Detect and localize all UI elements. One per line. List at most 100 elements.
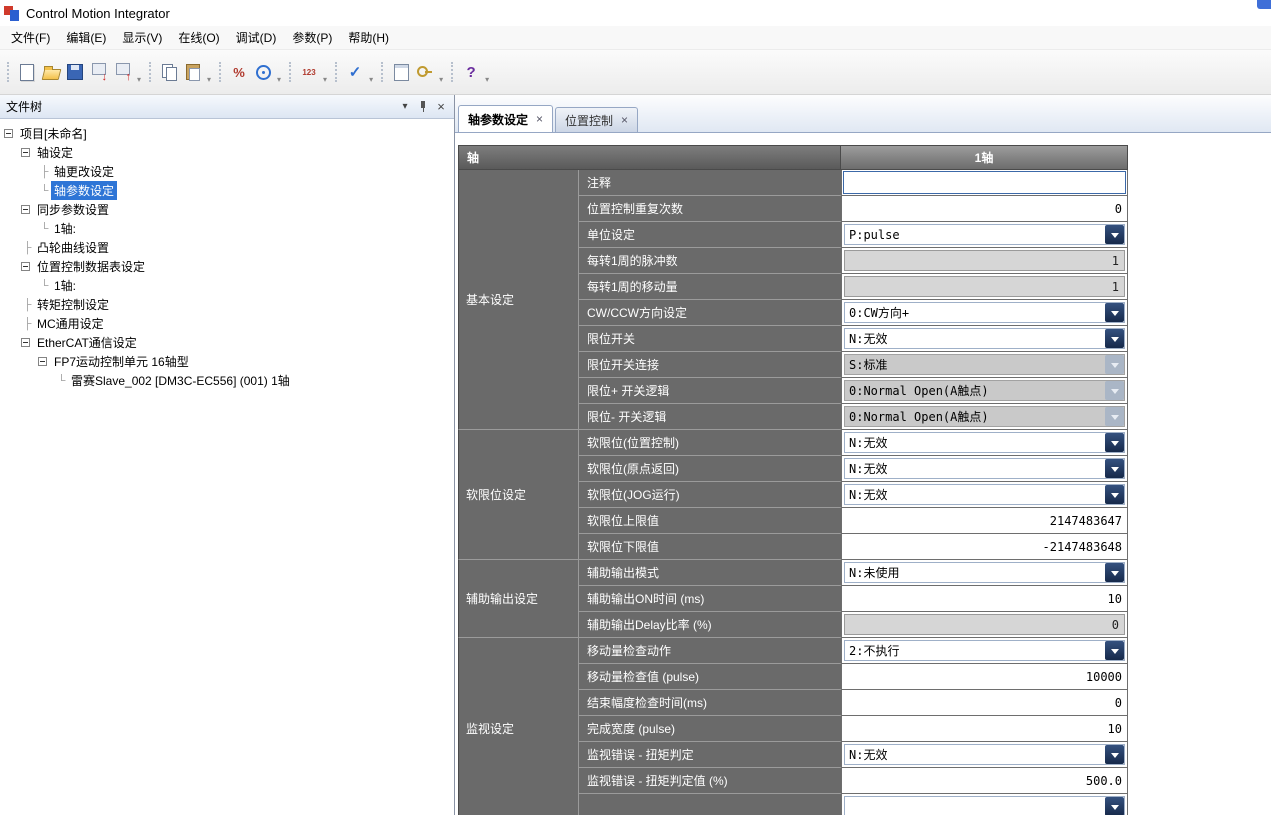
document-panel: 轴参数设定×位置控制× 轴 1轴 基本设定注释位置控制重复次数单位设定P:pul… <box>455 95 1271 815</box>
tree-item[interactable]: 项目[未命名] <box>0 124 454 143</box>
positioning-icon[interactable] <box>252 61 274 83</box>
toolbar-overflow-icon[interactable]: ▾ <box>439 75 443 84</box>
dropdown[interactable] <box>844 796 1125 815</box>
toolbar-grip[interactable] <box>7 62 11 82</box>
menu-item-0[interactable]: 文件(F) <box>3 26 58 49</box>
dropdown[interactable]: N:无效 <box>844 458 1125 479</box>
menu-item-1[interactable]: 编辑(E) <box>58 26 114 49</box>
dropdown-arrow-icon[interactable] <box>1105 433 1124 452</box>
tree-item[interactable]: FP7运动控制单元 16轴型 <box>0 352 454 371</box>
tree-item[interactable]: └雷赛Slave_002 [DM3C-EC556] (001) 1轴 <box>0 371 454 390</box>
numeric-edit-icon[interactable] <box>298 61 320 83</box>
pin-icon[interactable] <box>415 99 431 114</box>
tree-item[interactable]: └轴参数设定 <box>0 181 454 200</box>
tab-1[interactable]: 位置控制× <box>555 107 638 132</box>
number-input[interactable] <box>842 716 1127 741</box>
monitor-icon[interactable] <box>228 61 250 83</box>
tree-expander-icon[interactable] <box>4 129 13 138</box>
close-icon[interactable] <box>433 99 449 114</box>
dropdown[interactable]: N:未使用 <box>844 562 1125 583</box>
tree-expander-icon[interactable] <box>21 205 30 214</box>
tree-item[interactable]: EtherCAT通信设定 <box>0 333 454 352</box>
tab-0[interactable]: 轴参数设定× <box>458 105 553 132</box>
number-input[interactable] <box>842 690 1127 715</box>
number-input[interactable] <box>842 508 1127 533</box>
dropdown-arrow-icon[interactable] <box>1105 485 1124 504</box>
help-icon[interactable] <box>460 61 482 83</box>
dropdown[interactable]: N:无效 <box>844 432 1125 453</box>
tree-branch-icon: └ <box>38 185 51 197</box>
number-input[interactable] <box>842 586 1127 611</box>
tree-item[interactable]: ├凸轮曲线设置 <box>0 238 454 257</box>
menu-item-6[interactable]: 帮助(H) <box>340 26 397 49</box>
menu-item-3[interactable]: 在线(O) <box>170 26 227 49</box>
toolbar-overflow-icon[interactable]: ▾ <box>485 75 489 84</box>
param-name: 辅助输出Delay比率 (%) <box>578 612 841 638</box>
number-input[interactable] <box>842 196 1127 221</box>
memo-icon[interactable] <box>390 61 412 83</box>
tree-item[interactable]: ├转矩控制设定 <box>0 295 454 314</box>
tree-item[interactable]: ├轴更改设定 <box>0 162 454 181</box>
new-document-icon[interactable] <box>16 61 38 83</box>
dropdown-arrow-icon[interactable] <box>1105 563 1124 582</box>
upload-from-unit-icon[interactable] <box>112 61 134 83</box>
save-icon[interactable] <box>64 61 86 83</box>
number-input[interactable] <box>842 664 1127 689</box>
toolbar-overflow-icon[interactable]: ▾ <box>277 75 281 84</box>
menu-item-2[interactable]: 显示(V) <box>114 26 170 49</box>
toolbar-grip[interactable] <box>451 62 455 82</box>
dropdown[interactable]: 2:不执行 <box>844 640 1125 661</box>
password-icon[interactable] <box>414 61 436 83</box>
dropdown-arrow-icon[interactable] <box>1105 329 1124 348</box>
toolbar-overflow-icon[interactable]: ▾ <box>207 75 211 84</box>
table-row: 软限位上限值 <box>578 508 1128 534</box>
menu-item-5[interactable]: 参数(P) <box>284 26 340 49</box>
dropdown-arrow-icon[interactable] <box>1105 797 1124 815</box>
dropdown-arrow-icon[interactable] <box>1105 745 1124 764</box>
dropdown-arrow-icon[interactable] <box>1105 459 1124 478</box>
dropdown-arrow-icon[interactable] <box>1105 303 1124 322</box>
toolbar-grip[interactable] <box>219 62 223 82</box>
tree-expander-icon[interactable] <box>21 262 30 271</box>
open-project-icon[interactable] <box>40 61 62 83</box>
tab-close-icon[interactable]: × <box>536 112 543 126</box>
toolbar-grip[interactable] <box>335 62 339 82</box>
tab-close-icon[interactable]: × <box>621 113 628 127</box>
paste-icon[interactable] <box>182 61 204 83</box>
text-input[interactable] <box>843 171 1126 194</box>
dropdown-arrow-icon[interactable] <box>1105 225 1124 244</box>
toolbar-overflow-icon[interactable]: ▾ <box>323 75 327 84</box>
dropdown: S:标准 <box>844 354 1125 375</box>
copy-icon[interactable] <box>158 61 180 83</box>
dropdown[interactable]: N:无效 <box>844 328 1125 349</box>
download-to-unit-icon[interactable] <box>88 61 110 83</box>
toolbar-overflow-icon[interactable]: ▾ <box>137 75 141 84</box>
toolbar-grip[interactable] <box>149 62 153 82</box>
tree-expander-icon[interactable] <box>38 357 47 366</box>
tree-item[interactable]: 位置控制数据表设定 <box>0 257 454 276</box>
verify-icon[interactable] <box>344 61 366 83</box>
param-name: 注释 <box>578 170 841 196</box>
toolbar-overflow-icon[interactable]: ▾ <box>369 75 373 84</box>
dropdown[interactable]: N:无效 <box>844 484 1125 505</box>
dropdown[interactable]: 0:CW方向+ <box>844 302 1125 323</box>
number-input[interactable] <box>842 534 1127 559</box>
dropdown-arrow-icon[interactable] <box>1105 641 1124 660</box>
tree-item[interactable]: 轴设定 <box>0 143 454 162</box>
tree-expander-icon[interactable] <box>21 148 30 157</box>
toolbar-grip[interactable] <box>289 62 293 82</box>
number-input[interactable] <box>842 768 1127 793</box>
menu-item-4[interactable]: 调试(D) <box>228 26 285 49</box>
dropdown[interactable]: N:无效 <box>844 744 1125 765</box>
tree-expander-icon[interactable] <box>21 338 30 347</box>
param-value-cell: N:无效 <box>841 482 1128 508</box>
tree-item[interactable]: ├MC通用设定 <box>0 314 454 333</box>
toolbar-grip[interactable] <box>381 62 385 82</box>
chevron-down-icon[interactable] <box>397 99 413 114</box>
tree-item[interactable]: └1轴: <box>0 276 454 295</box>
dropdown-value: 0:Normal Open(A触点) <box>849 408 989 425</box>
tree-item[interactable]: └1轴: <box>0 219 454 238</box>
tree-item-label: 1轴: <box>51 219 79 238</box>
dropdown[interactable]: P:pulse <box>844 224 1125 245</box>
tree-item[interactable]: 同步参数设置 <box>0 200 454 219</box>
